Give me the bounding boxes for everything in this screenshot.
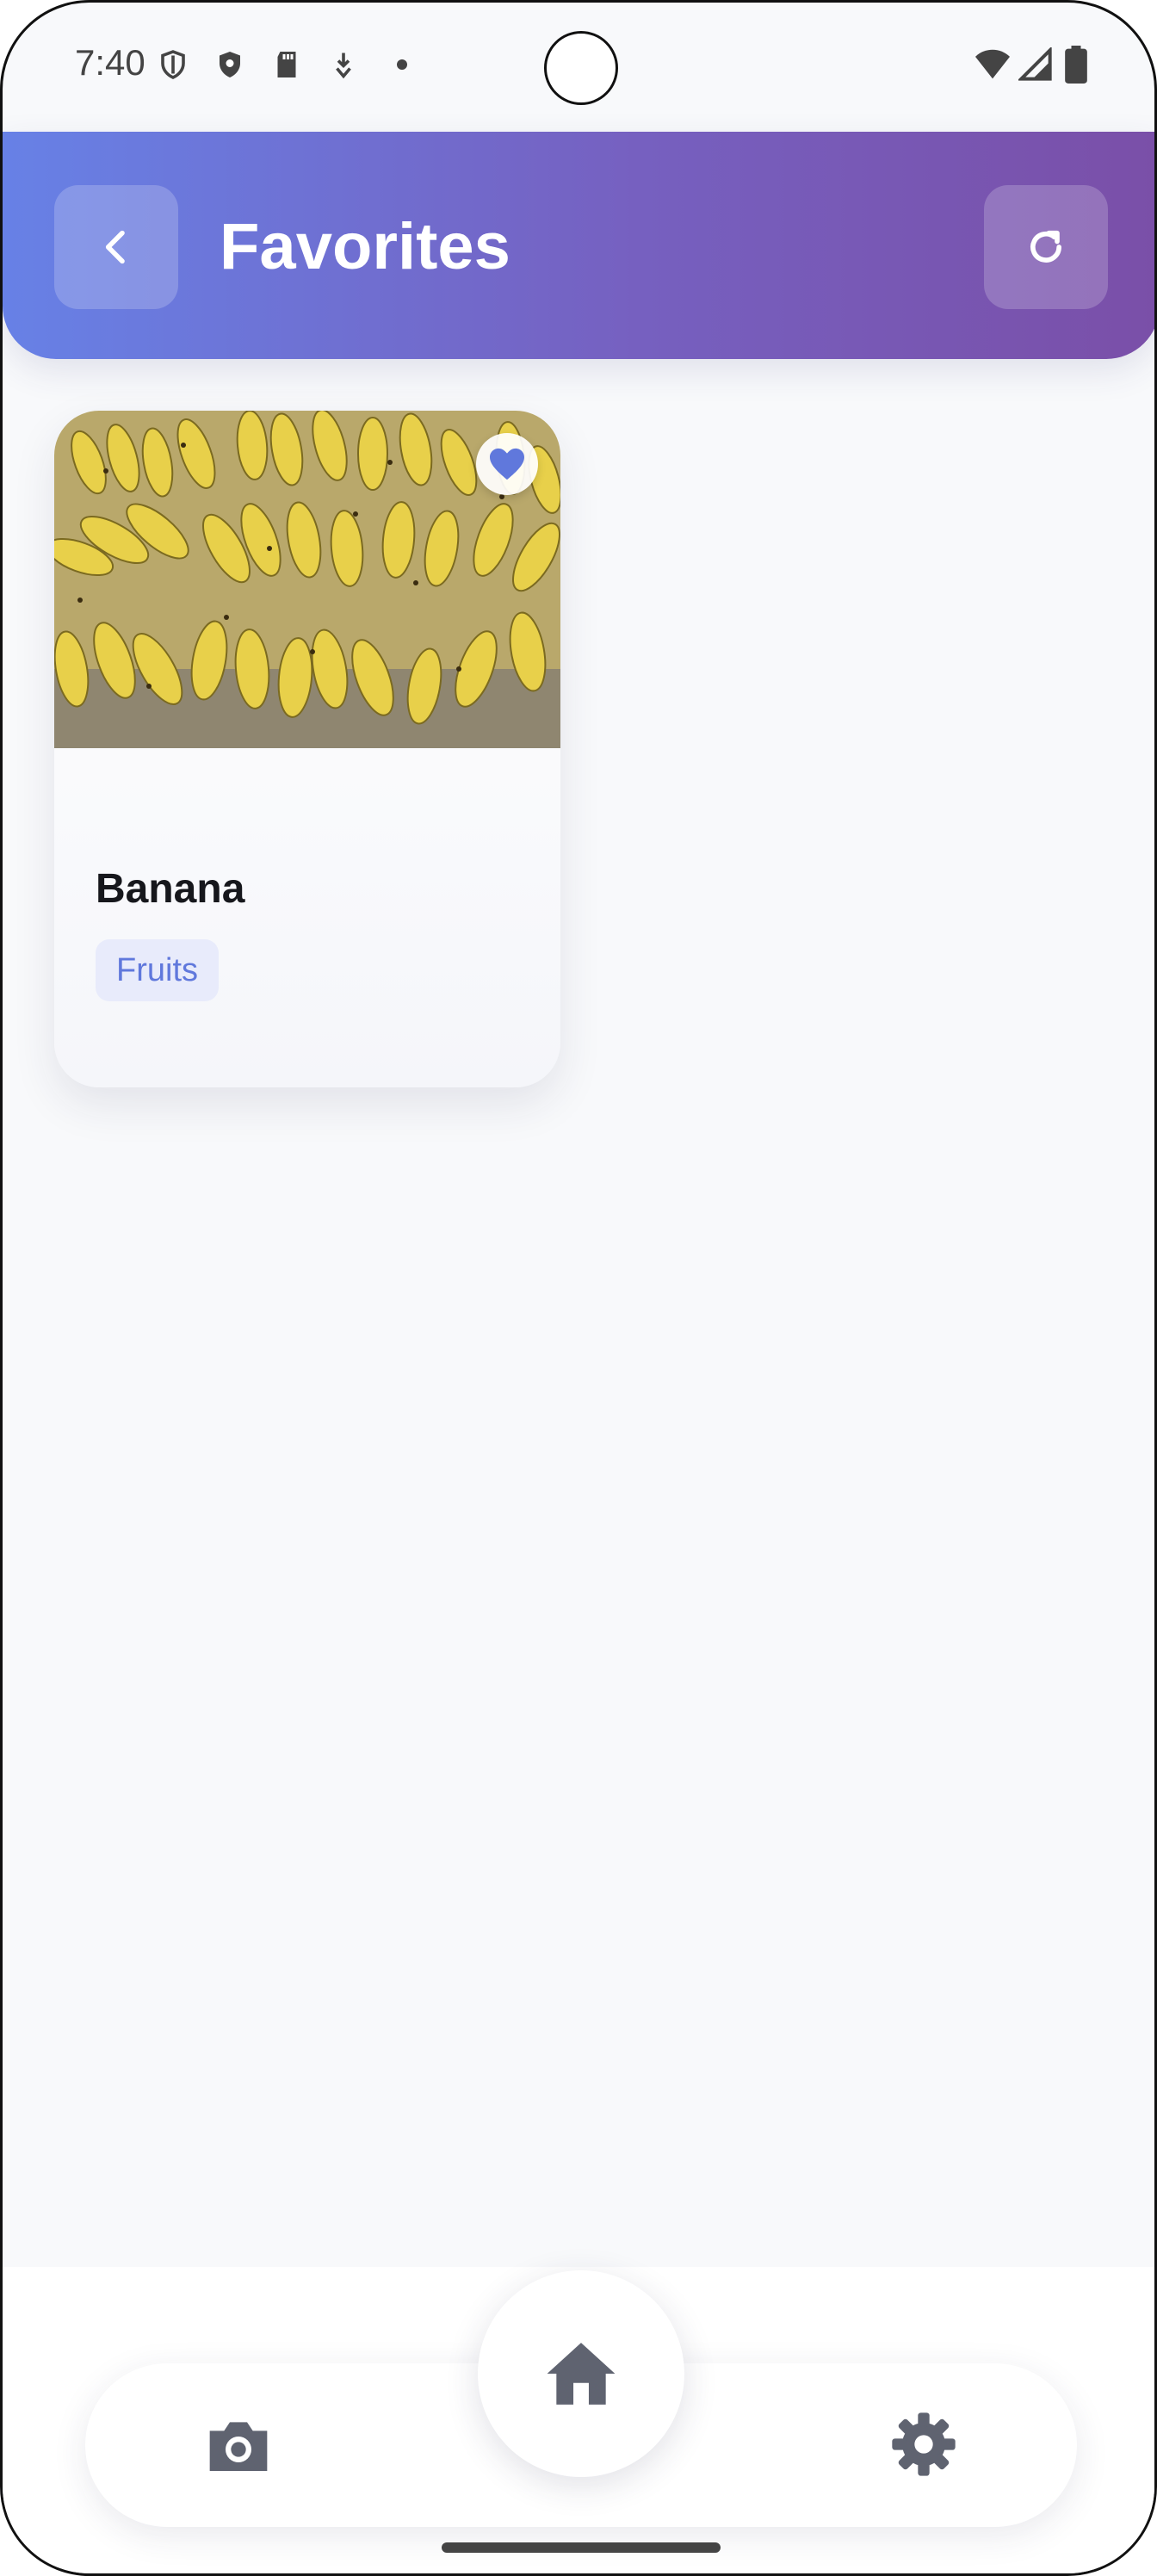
shield-outline-icon <box>161 50 185 79</box>
category-tag: Fruits <box>96 939 219 1001</box>
status-bar: 7:40 <box>3 3 1154 132</box>
download-icon <box>336 53 351 79</box>
settings-icon <box>892 2412 956 2476</box>
app-header: Favorites <box>3 132 1154 359</box>
camera-nav-button[interactable] <box>204 2413 273 2477</box>
heart-icon <box>490 448 524 480</box>
wifi-icon <box>975 49 1010 79</box>
status-time: 7:40 <box>75 42 145 83</box>
home-nav-button[interactable] <box>478 2270 684 2477</box>
favorite-card[interactable]: Banana Fruits <box>54 411 560 1087</box>
refresh-button[interactable] <box>984 185 1108 309</box>
signal-icon <box>1018 47 1052 81</box>
page-title: Favorites <box>220 210 510 283</box>
chevron-left-icon <box>105 230 125 264</box>
battery-icon <box>1065 46 1087 84</box>
back-button[interactable] <box>54 185 178 309</box>
settings-nav-button[interactable] <box>889 2410 958 2479</box>
home-icon <box>547 2343 616 2405</box>
gesture-bar[interactable] <box>442 2542 721 2553</box>
sd-card-icon <box>277 52 296 77</box>
refresh-icon <box>1030 230 1061 263</box>
phone-screen: 7:40 Favorites Banana Fruits <box>0 0 1157 2576</box>
dot-icon <box>397 59 407 70</box>
item-name: Banana <box>96 866 245 912</box>
shield-icon <box>220 52 240 77</box>
favorite-button[interactable] <box>476 433 538 495</box>
camera-icon <box>209 2422 268 2471</box>
camera-cutout <box>544 31 618 105</box>
